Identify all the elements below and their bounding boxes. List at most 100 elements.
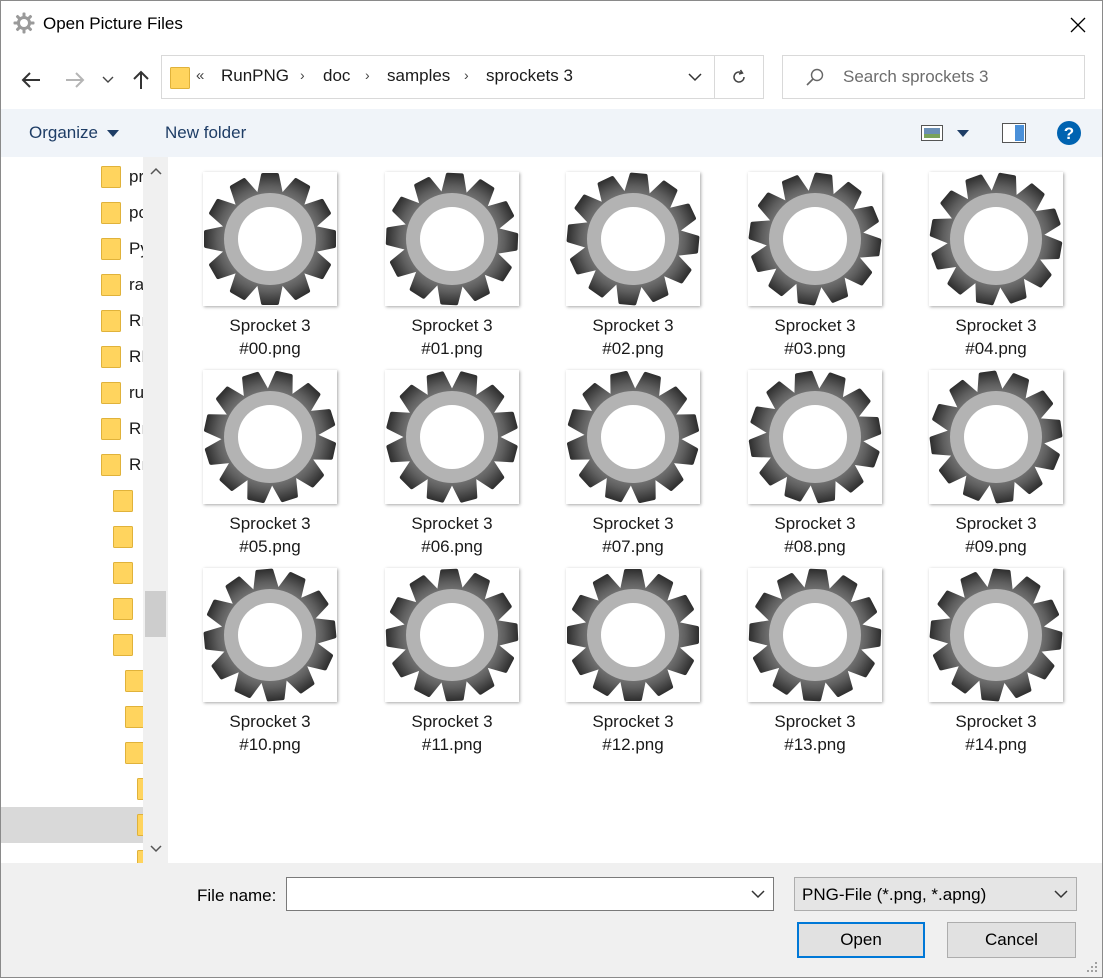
breadcrumb-overflow[interactable]: « [196, 67, 204, 84]
file-name-input[interactable] [291, 882, 735, 908]
tree-item[interactable] [1, 483, 143, 519]
tree-item[interactable]: Rı [1, 303, 143, 339]
tree-item[interactable] [1, 843, 143, 863]
file-item[interactable]: Sprocket 3 #05.png [168, 355, 338, 556]
help-icon[interactable]: ? [1056, 120, 1082, 146]
new-folder-button[interactable]: New folder [165, 123, 246, 143]
tree-item[interactable] [1, 699, 143, 735]
tree-item[interactable]: pr [1, 159, 143, 195]
resize-grip-icon[interactable] [1086, 961, 1098, 973]
breadcrumb-separator[interactable]: › [464, 67, 469, 83]
folder-icon [113, 562, 133, 584]
sprocket-hole [601, 207, 665, 271]
file-item[interactable]: Sprocket 3 #09.png [894, 355, 1064, 556]
tree-item[interactable] [1, 591, 143, 627]
file-item[interactable]: Sprocket 3 #12.png [531, 553, 701, 754]
tree-item[interactable]: pc [1, 195, 143, 231]
tree-item-label: pr [129, 167, 143, 186]
sprocket-thumbnail [748, 172, 882, 306]
forward-button[interactable] [62, 67, 88, 93]
breadcrumb-sprockets-3[interactable]: sprockets 3 [486, 66, 573, 86]
sprocket-thumbnail [385, 568, 519, 702]
file-item-label: Sprocket 3 #05.png [229, 514, 311, 556]
caret-down-icon[interactable] [957, 130, 969, 137]
chevron-down-icon [102, 76, 114, 83]
file-type-select[interactable]: PNG-File (*.png, *.apng) [794, 877, 1077, 911]
file-item[interactable]: Sprocket 3 #14.png [894, 553, 1064, 754]
arrow-left-icon [21, 72, 40, 88]
breadcrumb-separator[interactable]: › [365, 67, 370, 83]
navigation-scrollbar[interactable] [143, 157, 168, 863]
tree-item[interactable] [1, 555, 143, 591]
breadcrumb-doc[interactable]: doc [323, 66, 350, 86]
sprocket-thumbnail [203, 172, 337, 306]
organize-button[interactable]: Organize [29, 123, 98, 143]
tree-item-label: Rı [129, 311, 143, 330]
tree-item[interactable] [1, 519, 143, 555]
refresh-button[interactable] [715, 56, 763, 98]
open-button[interactable]: Open [797, 922, 925, 958]
file-item[interactable]: Sprocket 3 #01.png [350, 157, 520, 358]
file-item[interactable]: Sprocket 3 #10.png [168, 553, 338, 754]
tree-item[interactable]: Py [1, 231, 143, 267]
file-item[interactable]: Sprocket 3 #11.png [350, 553, 520, 754]
sprocket-hole [783, 207, 847, 271]
search-box[interactable]: Search sprockets 3 [782, 55, 1085, 99]
change-view-icon[interactable] [921, 125, 943, 141]
breadcrumb-samples[interactable]: samples [387, 66, 450, 86]
file-item[interactable]: Sprocket 3 #06.png [350, 355, 520, 556]
navigation-pane: pr pc Py ra Rı RI ru Rı [1, 157, 143, 863]
tree-item[interactable]: Rı [1, 447, 143, 483]
address-history-dropdown[interactable] [676, 56, 714, 98]
file-item[interactable]: Sprocket 3 #04.png [894, 157, 1064, 358]
sprocket-hole [783, 405, 847, 469]
command-bar: Organize New folder ? [1, 109, 1102, 157]
file-item[interactable]: Sprocket 3 #02.png [531, 157, 701, 358]
file-item[interactable]: Sprocket 3 #03.png [713, 157, 883, 358]
up-button[interactable] [128, 67, 154, 93]
back-button[interactable] [18, 67, 44, 93]
tree-item[interactable]: Rı [1, 411, 143, 447]
folder-icon [101, 166, 121, 188]
cancel-button[interactable]: Cancel [947, 922, 1076, 958]
sprocket-thumbnail [929, 568, 1063, 702]
tree-item[interactable]: ru [1, 375, 143, 411]
scroll-up-button[interactable] [143, 161, 168, 181]
breadcrumb-runpng[interactable]: RunPNG [221, 66, 289, 86]
tree-item-selected[interactable] [1, 807, 143, 843]
window-title: Open Picture Files [43, 14, 183, 33]
tree-item[interactable] [1, 735, 143, 771]
scroll-thumb[interactable] [145, 591, 166, 637]
chevron-down-icon[interactable] [751, 890, 765, 899]
recent-locations-button[interactable] [98, 67, 118, 93]
file-item[interactable]: Sprocket 3 #13.png [713, 553, 883, 754]
sprocket-hole [420, 207, 484, 271]
tree-item[interactable] [1, 663, 143, 699]
folder-icon [113, 490, 133, 512]
tree-item[interactable]: ra [1, 267, 143, 303]
scroll-down-button[interactable] [143, 839, 168, 859]
sprocket-thumbnail [385, 370, 519, 504]
caret-down-icon[interactable] [107, 130, 119, 137]
file-item[interactable]: Sprocket 3 #08.png [713, 355, 883, 556]
file-name-combobox[interactable] [286, 877, 774, 911]
sprocket-hole [964, 405, 1028, 469]
preview-pane-icon[interactable] [1002, 123, 1026, 143]
folder-icon [113, 634, 133, 656]
tree-item[interactable] [1, 627, 143, 663]
tree-item[interactable]: RI [1, 339, 143, 375]
file-item[interactable]: Sprocket 3 #07.png [531, 355, 701, 556]
folder-icon [101, 202, 121, 224]
folder-icon [113, 598, 133, 620]
file-list: Sprocket 3 #00.png Sprocket 3 #01.png Spro… [168, 157, 1102, 863]
tree-item-label: Rı [129, 419, 143, 438]
close-button[interactable] [1054, 1, 1102, 49]
file-item-label: Sprocket 3 #11.png [411, 712, 493, 754]
sprocket-hole [420, 603, 484, 667]
tree-item-label: Py [129, 239, 143, 258]
breadcrumb-separator[interactable]: › [300, 67, 305, 83]
address-bar[interactable]: « RunPNG › doc › samples › sprockets 3 [161, 55, 764, 99]
tree-item[interactable] [1, 771, 143, 807]
file-item[interactable]: Sprocket 3 #00.png [168, 157, 338, 358]
file-item-label: Sprocket 3 #13.png [774, 712, 856, 754]
